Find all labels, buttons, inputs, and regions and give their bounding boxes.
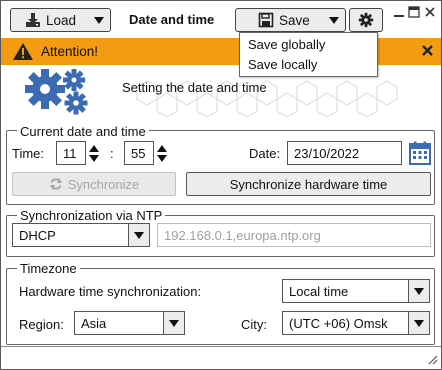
resize-grip-icon[interactable] xyxy=(426,353,438,368)
window-title: Date and time xyxy=(129,12,215,27)
ntp-mode-select[interactable]: DHCP xyxy=(12,223,150,247)
minimize-icon[interactable] xyxy=(393,8,405,20)
stepper-up-icon[interactable] xyxy=(157,145,167,152)
city-select[interactable]: (UTC +06) Omsk xyxy=(282,311,430,335)
hw-sync-select[interactable]: Local time xyxy=(282,279,430,303)
chevron-down-icon xyxy=(94,17,104,24)
status-bar-divider xyxy=(1,346,441,347)
close-icon[interactable] xyxy=(424,6,436,18)
menu-item-save-globally[interactable]: Save globally xyxy=(248,37,325,52)
gear-icon xyxy=(358,12,374,28)
banner-text: Attention! xyxy=(41,44,99,59)
stepper-down-icon[interactable] xyxy=(157,155,167,162)
close-banner-icon[interactable] xyxy=(421,44,434,60)
sync-hardware-time-button[interactable]: Synchronize hardware time xyxy=(186,172,431,196)
time-label: Time: xyxy=(12,146,45,161)
refresh-icon xyxy=(49,177,63,191)
ntp-legend: Synchronization via NTP xyxy=(17,208,166,223)
hours-input[interactable]: 11 xyxy=(56,141,86,165)
warning-icon xyxy=(12,42,34,64)
ntp-servers-input[interactable]: 192.168.0.1,europa.ntp.org xyxy=(157,223,431,247)
calendar-icon[interactable] xyxy=(409,141,431,168)
download-icon xyxy=(25,12,41,28)
chevron-down-icon[interactable] xyxy=(408,279,430,303)
maximize-icon[interactable] xyxy=(408,6,420,18)
region-value: Asia xyxy=(81,315,107,331)
hw-sync-label: Hardware time synchronization: xyxy=(19,284,202,299)
time-separator: : xyxy=(110,146,114,161)
chevron-down-icon[interactable] xyxy=(408,311,430,335)
settings-button[interactable] xyxy=(349,8,383,32)
chevron-down-icon[interactable] xyxy=(128,223,150,247)
floppy-disk-icon xyxy=(258,12,274,28)
stepper-up-icon[interactable] xyxy=(89,145,99,152)
settings-gears-icon xyxy=(23,67,95,118)
stepper-down-icon[interactable] xyxy=(89,155,99,162)
region-label: Region: xyxy=(19,317,64,332)
hw-sync-value: Local time xyxy=(289,283,349,299)
save-menu: Save globally Save locally xyxy=(239,32,378,77)
datetime-legend: Current date and time xyxy=(17,124,149,139)
date-label: Date: xyxy=(249,146,281,161)
city-value: (UTC +06) Omsk xyxy=(289,315,388,331)
minutes-input[interactable]: 55 xyxy=(124,141,154,165)
chevron-down-icon[interactable] xyxy=(163,311,185,335)
save-label: Save xyxy=(279,12,310,28)
synchronize-button[interactable]: Synchronize xyxy=(12,172,176,196)
chevron-down-icon xyxy=(329,17,339,24)
save-button[interactable]: Save xyxy=(235,8,346,32)
menu-item-save-locally[interactable]: Save locally xyxy=(248,57,317,72)
date-input[interactable]: 23/10/2022 xyxy=(287,141,402,165)
load-button[interactable]: Load xyxy=(10,8,111,32)
timezone-legend: Timezone xyxy=(17,261,80,276)
synchronize-label: Synchronize xyxy=(67,176,140,192)
hours-stepper[interactable] xyxy=(88,141,101,165)
hero-title: Setting the date and time xyxy=(122,80,267,95)
ntp-mode-value: DHCP xyxy=(19,227,56,243)
load-label: Load xyxy=(46,12,77,28)
minutes-stepper[interactable] xyxy=(156,141,169,165)
region-select[interactable]: Asia xyxy=(74,311,185,335)
city-label: City: xyxy=(241,317,267,332)
app-window: Load Date and time Save Save globally Sa… xyxy=(0,0,442,370)
